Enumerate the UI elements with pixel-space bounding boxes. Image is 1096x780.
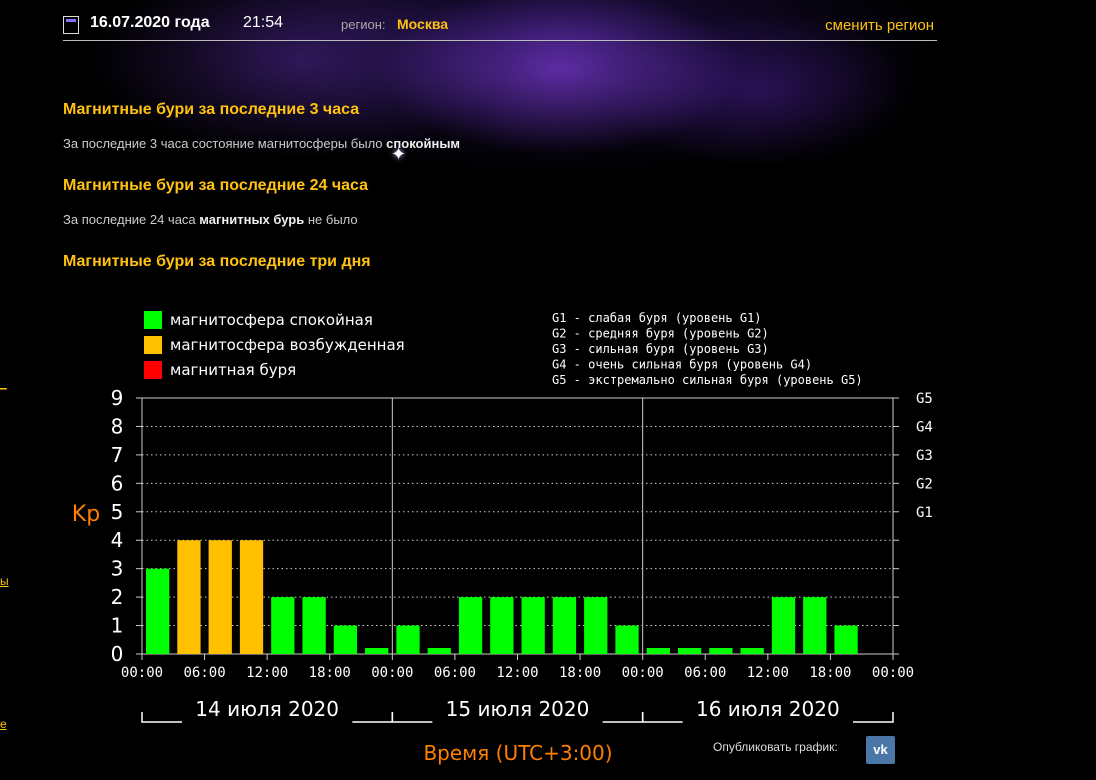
y-tick-label: 5 xyxy=(111,500,124,524)
y-tick-label: 2 xyxy=(111,585,124,609)
section-24h-text-post: не было xyxy=(307,212,358,227)
legend-swatch-excited xyxy=(144,336,162,354)
kp-bar xyxy=(458,597,483,654)
legend-swatch-calm xyxy=(144,311,162,329)
top-bar: 16.07.2020 года 21:54 регион: Москва сме… xyxy=(63,8,937,41)
section-24h-title: Магнитные бури за последние 24 часа xyxy=(63,177,368,194)
section-3h-title: Магнитные бури за последние 3 часа xyxy=(63,101,360,118)
day-label: 14 июля 2020 xyxy=(195,697,339,721)
kp-bar xyxy=(271,597,295,654)
x-tick-label: 00:00 xyxy=(371,665,413,681)
storm-level-desc: G2 - средняя буря (уровень G2) xyxy=(552,327,769,341)
kp-bar xyxy=(427,648,451,654)
kp-bar xyxy=(365,648,389,654)
legend-label-storm: магнитная буря xyxy=(170,361,296,379)
kp-bar xyxy=(740,648,764,654)
kp-bar xyxy=(552,597,577,654)
x-tick-label: 06:00 xyxy=(684,665,726,681)
kp-bar xyxy=(396,625,420,654)
y-tick-label: 4 xyxy=(111,528,124,552)
section-3h-state: спокойным xyxy=(386,136,461,151)
kp-bar xyxy=(146,568,170,654)
storm-level-desc: G5 - экстремально сильная буря (уровень … xyxy=(552,373,863,387)
section-3d-title: Магнитные бури за последние три дня xyxy=(63,253,371,270)
y-tick-label: 3 xyxy=(111,557,124,581)
kp-index-chart: магнитосфера спокойная магнитосфера возб… xyxy=(72,311,933,765)
section-24h-text-pre: За последние 24 часа xyxy=(63,212,196,227)
kp-bar xyxy=(208,540,232,654)
kp-bar xyxy=(490,597,514,654)
kp-bar xyxy=(615,625,639,654)
kp-bar xyxy=(771,597,796,654)
x-tick-label: 18:00 xyxy=(309,665,351,681)
y-tick-label: 0 xyxy=(111,642,124,666)
current-time: 21:54 xyxy=(243,14,284,31)
storm-level-desc: G4 - очень сильная буря (уровень G4) xyxy=(552,358,812,372)
storm-level-desc: G1 - слабая буря (уровень G1) xyxy=(552,311,762,325)
g-level-label: G5 xyxy=(916,391,933,407)
g-level-label: G2 xyxy=(916,476,933,492)
x-tick-label: 00:00 xyxy=(121,665,163,681)
x-tick-label: 06:00 xyxy=(184,665,226,681)
day-label: 15 июля 2020 xyxy=(446,697,590,721)
legend-label-excited: магнитосфера возбужденная xyxy=(170,336,405,354)
publish-chart-label: Опубликовать график: xyxy=(713,740,838,754)
kp-bar xyxy=(677,648,702,654)
kp-bar xyxy=(584,597,608,654)
kp-bar xyxy=(521,597,545,654)
x-tick-label: 06:00 xyxy=(434,665,476,681)
g-level-label: G3 xyxy=(916,448,933,464)
calendar-icon xyxy=(63,16,79,34)
kp-bar xyxy=(239,540,264,654)
section-24h-text: За последние 24 часа магнитных бурь не б… xyxy=(63,212,358,227)
day-label: 16 июля 2020 xyxy=(696,697,840,721)
storm-level-desc: G3 - сильная буря (уровень G3) xyxy=(552,342,769,356)
current-date: 16.07.2020 года xyxy=(90,14,210,31)
x-tick-label: 12:00 xyxy=(496,665,538,681)
x-axis-label: Время (UTC+3:00) xyxy=(423,741,612,765)
y-tick-label: 1 xyxy=(111,614,124,638)
kp-bar xyxy=(302,597,326,654)
x-tick-label: 00:00 xyxy=(872,665,914,681)
x-tick-label: 18:00 xyxy=(809,665,851,681)
section-24h-bold: магнитных бурь xyxy=(199,212,305,227)
kp-bar xyxy=(803,597,827,654)
y-tick-label: 8 xyxy=(111,414,124,438)
kp-bar xyxy=(834,625,858,654)
section-3h-text: За последние 3 часа состояние магнитосфе… xyxy=(63,136,460,151)
kp-bar xyxy=(709,648,733,654)
region-label: регион: xyxy=(341,17,386,32)
x-tick-label: 00:00 xyxy=(622,665,664,681)
g-level-label: G1 xyxy=(916,505,933,521)
y-tick-label: 9 xyxy=(111,386,124,410)
y-tick-label: 6 xyxy=(111,471,124,495)
x-tick-label: 12:00 xyxy=(246,665,288,681)
region-value: Москва xyxy=(397,16,449,32)
kp-bar xyxy=(333,625,358,654)
vk-share-button[interactable]: vk xyxy=(866,736,895,764)
x-tick-label: 18:00 xyxy=(559,665,601,681)
section-3h-text-main: За последние 3 часа состояние магнитосфе… xyxy=(63,136,383,151)
g-level-label: G4 xyxy=(916,419,933,435)
y-tick-label: 7 xyxy=(111,443,124,467)
legend-label-calm: магнитосфера спокойная xyxy=(170,311,373,329)
legend-swatch-storm xyxy=(144,361,162,379)
y-axis-label: Kp xyxy=(72,502,100,527)
kp-bar xyxy=(646,648,670,654)
x-tick-label: 12:00 xyxy=(747,665,789,681)
change-region-link[interactable]: сменить регион xyxy=(825,17,934,34)
kp-bar xyxy=(177,540,201,654)
